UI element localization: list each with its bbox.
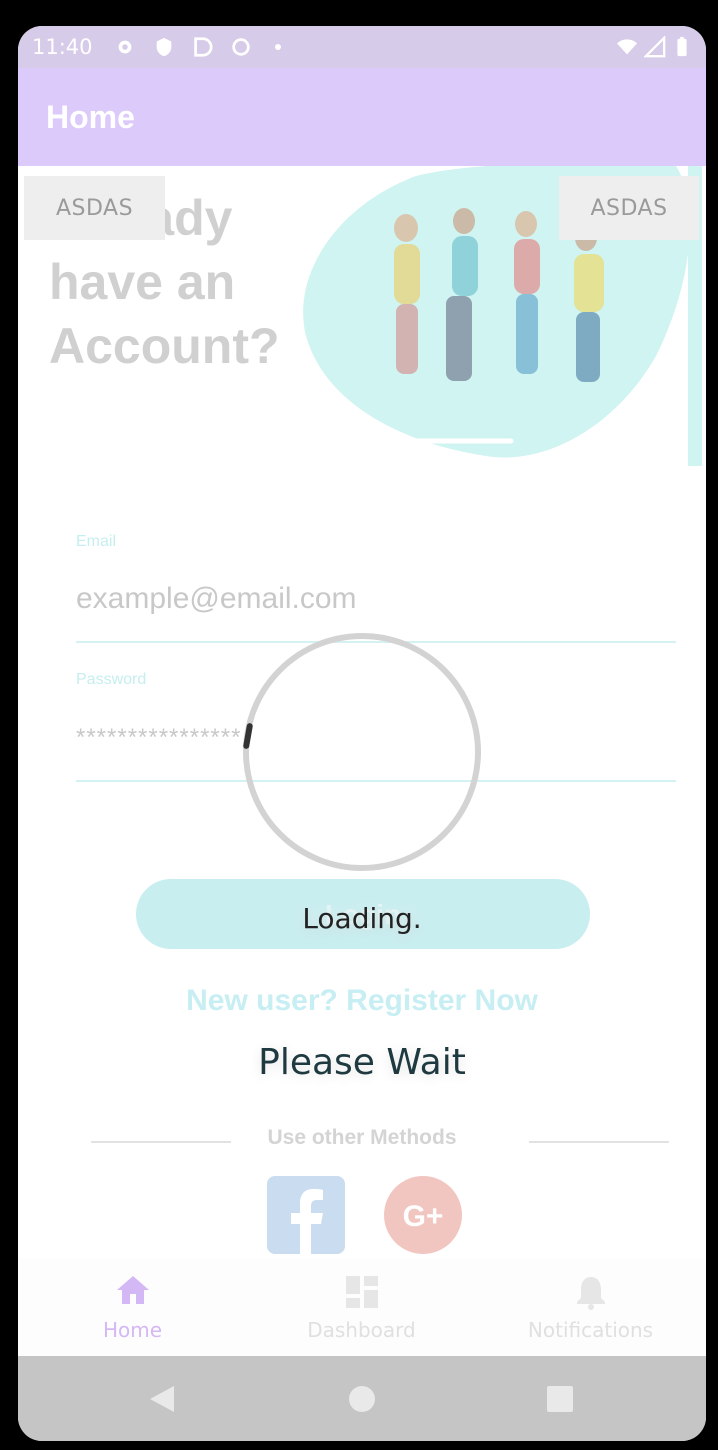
recents-icon[interactable]	[547, 1386, 573, 1412]
loading-spinner	[243, 633, 481, 871]
app-bar: Home	[18, 68, 706, 166]
data-saver-icon	[232, 38, 250, 56]
nav-item-dashboard[interactable]: Dashboard	[247, 1258, 476, 1356]
email-label: Email	[76, 533, 117, 550]
asdas-button-left[interactable]: ASDAS	[24, 176, 165, 240]
status-bar: 11:40	[18, 26, 706, 68]
settings-icon	[118, 40, 132, 54]
please-wait-text: Please Wait	[258, 1042, 466, 1083]
nav-item-notifications[interactable]: Notifications	[476, 1258, 705, 1356]
bell-icon	[577, 1277, 605, 1310]
google-plus-icon[interactable]: G+	[384, 1176, 462, 1254]
notification-dot-icon	[275, 44, 281, 50]
svg-text:G+: G+	[403, 1200, 444, 1233]
asdas-button-right[interactable]: ASDAS	[559, 176, 699, 240]
shield-icon	[156, 37, 172, 57]
wifi-icon	[616, 39, 638, 55]
heading-line-3: Account?	[49, 318, 280, 374]
divider-right	[529, 1141, 669, 1143]
battery-icon	[677, 36, 687, 57]
facebook-icon[interactable]	[267, 1176, 345, 1254]
dashboard-icon	[346, 1276, 378, 1308]
nav-item-home[interactable]: Home	[18, 1258, 247, 1356]
bottom-navigation: Home Dashboard Notifications	[18, 1258, 706, 1356]
home-icon	[117, 1276, 149, 1304]
email-field[interactable]: example@email.com	[76, 582, 357, 616]
loading-text: Loading.	[302, 902, 422, 935]
sync-icon	[194, 37, 213, 57]
home-button-icon[interactable]	[348, 1385, 376, 1413]
login-content: Already have an Account? ASDAS ASDAS Ema…	[18, 166, 706, 1258]
system-navigation-bar	[18, 1356, 706, 1441]
nav-label-dashboard: Dashboard	[307, 1318, 416, 1342]
password-field[interactable]: ****************	[76, 724, 241, 752]
page-title: Home	[46, 99, 135, 135]
status-time: 11:40	[32, 35, 93, 59]
password-label: Password	[76, 671, 147, 688]
back-icon[interactable]	[148, 1384, 176, 1414]
other-methods-label: Use other Methods	[267, 1126, 457, 1149]
nav-label-notifications: Notifications	[527, 1318, 654, 1342]
signal-icon	[644, 36, 666, 58]
register-link[interactable]: New user? Register Now	[18, 984, 706, 1018]
phone-screen: 11:40 Home have an Account? ASDAS ASDAS …	[18, 26, 706, 1441]
heading-line-2: have an	[49, 254, 236, 310]
nav-label-home: Home	[102, 1318, 163, 1342]
